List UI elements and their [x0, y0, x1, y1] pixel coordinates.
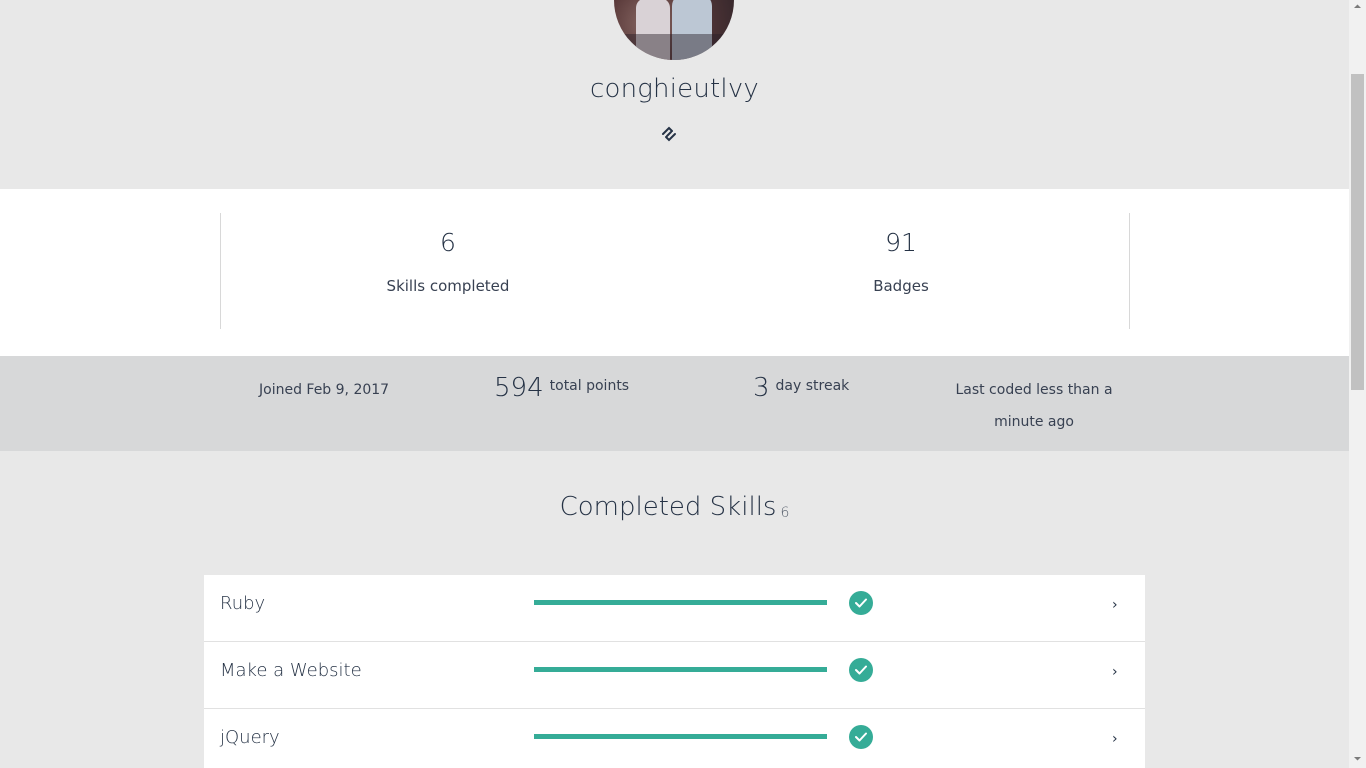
scroll-up-arrow-icon[interactable] — [1353, 2, 1362, 11]
profile-header: conghieutlvy — [0, 0, 1349, 189]
completed-skills-title: Completed Skills — [559, 492, 777, 522]
check-circle-icon — [849, 591, 873, 615]
profile-page: conghieutlvy 6 Skills completed 91 Badge… — [0, 0, 1349, 768]
skill-name: jQuery — [220, 727, 280, 748]
scrollbar-thumb[interactable] — [1351, 74, 1364, 390]
skill-row-jquery[interactable]: jQuery › — [204, 709, 1145, 768]
skill-row-ruby[interactable]: Ruby › — [204, 575, 1145, 642]
skill-name: Make a Website — [220, 660, 362, 681]
day-streak-value: 3 — [753, 373, 770, 403]
chevron-right-icon[interactable]: › — [1112, 597, 1118, 613]
skill-progress-fill — [534, 667, 827, 672]
last-coded: Last coded less than a minute ago — [955, 382, 1113, 430]
joined-date: Joined Feb 9, 2017 — [259, 382, 390, 398]
skill-name: Ruby — [220, 593, 266, 614]
skill-progress-fill — [534, 600, 827, 605]
skill-progress-fill — [534, 734, 827, 739]
link-icon[interactable] — [660, 125, 678, 143]
badges-label: Badges — [873, 277, 929, 295]
skill-progress-bar — [534, 734, 827, 739]
badges-count: 91 — [885, 228, 917, 257]
avatar — [614, 0, 734, 60]
username: conghieutlvy — [589, 74, 760, 104]
skills-completed-label: Skills completed — [386, 277, 510, 295]
chevron-right-icon[interactable]: › — [1112, 731, 1118, 747]
total-points-value: 594 — [494, 373, 544, 403]
chevron-right-icon[interactable]: › — [1112, 664, 1118, 680]
total-points: 594 total points — [494, 373, 629, 403]
avatar-shade — [614, 34, 734, 60]
completed-skills-heading: Completed Skills 6 — [0, 492, 1349, 522]
profile-info-bar: Joined Feb 9, 2017 594 total points 3 day … — [0, 356, 1349, 451]
day-streak-label: day streak — [775, 378, 850, 394]
skill-progress-bar — [534, 667, 827, 672]
scroll-down-arrow-icon[interactable] — [1353, 754, 1362, 763]
total-points-label: total points — [549, 378, 630, 394]
skill-progress-bar — [534, 600, 827, 605]
stats-panel: 6 Skills completed 91 Badges — [0, 189, 1349, 356]
check-circle-icon — [849, 725, 873, 749]
day-streak: 3 day streak — [753, 373, 849, 403]
stats-box: 6 Skills completed 91 Badges — [220, 213, 1130, 329]
completed-skills-count: 6 — [780, 505, 790, 521]
skills-completed-count: 6 — [440, 228, 456, 257]
check-circle-icon — [849, 658, 873, 682]
completed-skills-list: Ruby › Make a Website › jQuery › — [204, 575, 1145, 768]
skill-row-make-a-website[interactable]: Make a Website › — [204, 642, 1145, 709]
vertical-scrollbar[interactable] — [1349, 0, 1366, 768]
